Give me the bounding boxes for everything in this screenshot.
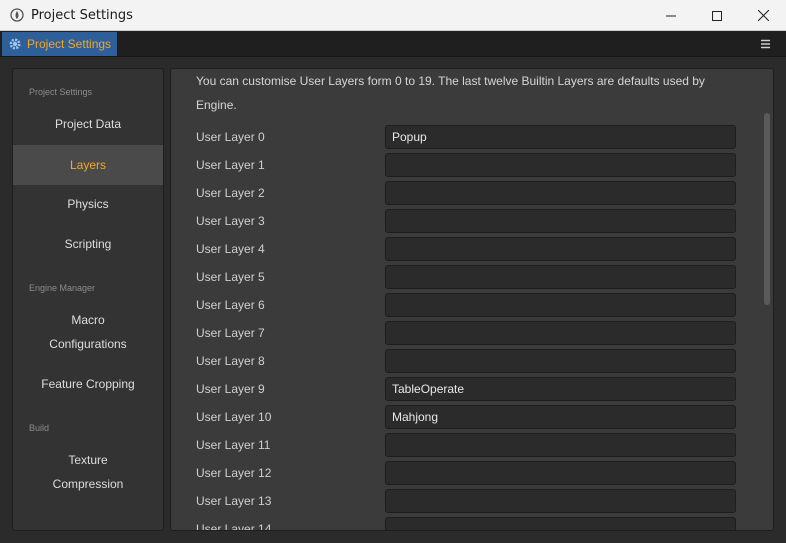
hamburger-menu-icon[interactable] <box>758 36 774 52</box>
layer-label: User Layer 14 <box>196 522 272 531</box>
close-button[interactable] <box>740 0 786 31</box>
layer-row: User Layer 1 <box>196 153 736 177</box>
gear-icon <box>9 38 21 50</box>
maximize-button[interactable] <box>694 0 740 31</box>
app-icon <box>10 8 24 22</box>
layer-name-input[interactable] <box>385 265 736 289</box>
sidebar-item-project-data[interactable]: Project Data <box>13 112 163 136</box>
layer-row: User Layer 10 <box>196 405 736 429</box>
layer-label: User Layer 2 <box>196 186 265 200</box>
layer-row: User Layer 11 <box>196 433 736 457</box>
layer-name-input[interactable] <box>385 461 736 485</box>
minimize-icon <box>666 15 676 16</box>
layer-row: User Layer 6 <box>196 293 736 317</box>
content-area: Project Settings Project Data Layers Phy… <box>0 57 786 543</box>
minimize-button[interactable] <box>648 0 694 31</box>
layer-label: User Layer 5 <box>196 270 265 284</box>
layer-name-input[interactable] <box>385 405 736 429</box>
sidebar-item-layers[interactable]: Layers <box>13 145 163 185</box>
sidebar-item-physics[interactable]: Physics <box>13 192 163 216</box>
sidebar-item-texture-compression[interactable]: Texture Compression <box>13 448 163 496</box>
layer-label: User Layer 1 <box>196 158 265 172</box>
layer-row: User Layer 9 <box>196 377 736 401</box>
layer-name-input[interactable] <box>385 181 736 205</box>
layer-name-input[interactable] <box>385 293 736 317</box>
tab-label: Project Settings <box>27 37 112 51</box>
layer-label: User Layer 4 <box>196 242 265 256</box>
layer-name-input[interactable] <box>385 377 736 401</box>
layer-row: User Layer 7 <box>196 321 736 345</box>
group-header-build: Build <box>29 423 50 433</box>
layer-row: User Layer 2 <box>196 181 736 205</box>
panel-tab-bar: Project Settings <box>0 31 786 57</box>
window-controls <box>648 0 786 31</box>
close-icon <box>757 10 769 21</box>
settings-sidebar: Project Settings Project Data Layers Phy… <box>12 68 164 531</box>
layer-name-input[interactable] <box>385 349 736 373</box>
layer-label: User Layer 0 <box>196 130 265 144</box>
maximize-icon <box>712 10 722 21</box>
layer-label: User Layer 3 <box>196 214 265 228</box>
window-title: Project Settings <box>31 7 133 23</box>
sidebar-item-macro-configurations[interactable]: Macro Configurations <box>13 308 163 356</box>
layers-description: You can customise User Layers form 0 to … <box>196 74 705 112</box>
layer-label: User Layer 9 <box>196 382 265 396</box>
scrollbar-thumb[interactable] <box>764 113 770 305</box>
layer-label: User Layer 12 <box>196 466 272 480</box>
layer-label: User Layer 13 <box>196 494 272 508</box>
tab-project-settings[interactable]: Project Settings <box>2 32 117 56</box>
layer-name-input[interactable] <box>385 125 736 149</box>
sidebar-item-feature-cropping[interactable]: Feature Cropping <box>13 372 163 396</box>
sidebar-item-scripting[interactable]: Scripting <box>13 232 163 256</box>
layer-row: User Layer 3 <box>196 209 736 233</box>
layer-name-input[interactable] <box>385 237 736 261</box>
layer-name-input[interactable] <box>385 321 736 345</box>
layer-name-input[interactable] <box>385 489 736 513</box>
layer-row: User Layer 5 <box>196 265 736 289</box>
layer-label: User Layer 8 <box>196 354 265 368</box>
layers-panel: You can customise User Layers form 0 to … <box>170 68 774 531</box>
layer-label: User Layer 11 <box>196 438 271 452</box>
group-header-project-settings: Project Settings <box>29 87 93 97</box>
title-bar: Project Settings <box>0 0 786 31</box>
layer-label: User Layer 10 <box>196 410 272 424</box>
group-header-engine-manager: Engine Manager <box>29 283 96 293</box>
layer-row: User Layer 12 <box>196 461 736 485</box>
layer-label: User Layer 7 <box>196 326 265 340</box>
layer-row: User Layer 8 <box>196 349 736 373</box>
layer-label: User Layer 6 <box>196 298 265 312</box>
layer-row: User Layer 4 <box>196 237 736 261</box>
layer-row: User Layer 14 <box>196 517 736 531</box>
layer-name-input[interactable] <box>385 153 736 177</box>
layer-name-input[interactable] <box>385 433 736 457</box>
layer-name-input[interactable] <box>385 209 736 233</box>
layer-row: User Layer 0 <box>196 125 736 149</box>
layer-name-input[interactable] <box>385 517 736 530</box>
layer-row: User Layer 13 <box>196 489 736 513</box>
